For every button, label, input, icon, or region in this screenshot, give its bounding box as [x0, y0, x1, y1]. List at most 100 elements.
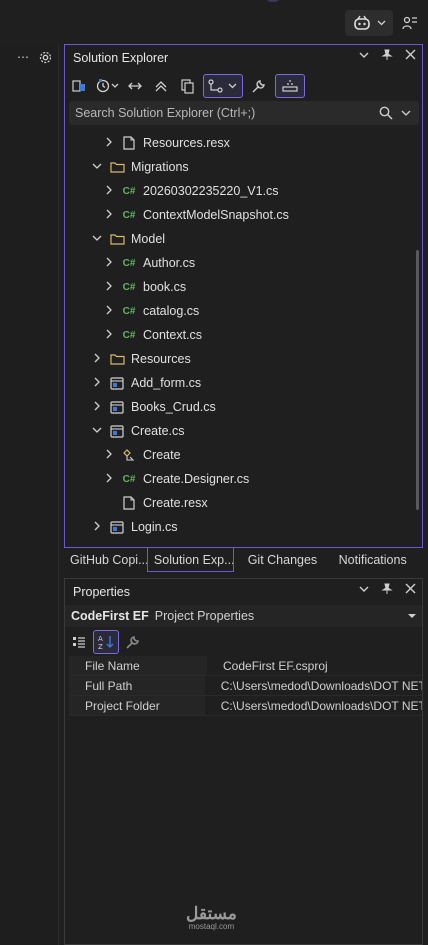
close-icon[interactable]	[405, 583, 416, 594]
tab-solution-explorer[interactable]: Solution Exp...	[146, 548, 234, 572]
tree-item-label: Context.cs	[143, 328, 203, 342]
tree-item[interactable]: Create.cs	[65, 419, 405, 443]
chevron-down-icon[interactable]	[359, 583, 369, 595]
search-box[interactable]: Search Solution Explorer (Ctrl+;)	[69, 101, 419, 125]
chevron-right-icon[interactable]	[91, 521, 103, 534]
watermark-url: mostaql.com	[188, 922, 235, 931]
categorized-icon[interactable]	[69, 631, 89, 653]
chevron-down-icon[interactable]	[91, 233, 103, 245]
tab-github-copilot[interactable]: GitHub Copi...	[64, 548, 147, 572]
form-icon	[109, 375, 125, 391]
chevron-right-icon[interactable]	[103, 185, 115, 198]
chevron-down-icon[interactable]	[408, 613, 416, 619]
chevron-right-icon[interactable]	[91, 401, 103, 414]
gear-icon[interactable]	[39, 51, 52, 64]
tree-item[interactable]: C# 20260302235220_V1.cs	[65, 179, 405, 203]
property-value[interactable]: C:\Users\medod\Downloads\DOT NET	[205, 699, 422, 713]
folder-icon	[109, 159, 125, 175]
share-icon	[402, 16, 417, 30]
switch-views-icon[interactable]	[69, 75, 89, 97]
svg-text:Z: Z	[98, 643, 103, 650]
tree-item[interactable]: C# Author.cs	[65, 251, 405, 275]
pin-icon[interactable]	[381, 583, 393, 595]
tree-item[interactable]: C# Context.cs	[65, 323, 405, 347]
chevron-down-icon[interactable]	[91, 425, 103, 437]
properties-wrench-icon[interactable]	[249, 75, 269, 97]
chevron-right-icon[interactable]	[103, 209, 115, 222]
form-icon	[109, 423, 125, 439]
tree-item-label: catalog.cs	[143, 304, 200, 318]
tab-git-changes[interactable]: Git Changes	[234, 548, 325, 572]
csharp-icon: C#	[122, 209, 136, 221]
tree-item[interactable]: Books_Crud.cs	[65, 395, 405, 419]
tree-item[interactable]: Create.resx	[65, 491, 405, 515]
chevron-right-icon[interactable]	[103, 305, 115, 318]
property-value[interactable]: C:\Users\medod\Downloads\DOT NET	[205, 679, 422, 693]
folder-icon	[109, 231, 125, 247]
collapse-all-icon[interactable]	[151, 75, 171, 97]
chevron-right-icon[interactable]	[103, 137, 115, 150]
tree-item-label: Model	[131, 232, 166, 246]
tree-item[interactable]: Model	[65, 227, 405, 251]
tree-item-label: Create.resx	[143, 496, 208, 510]
property-row[interactable]: File Name CodeFirst EF.csproj	[69, 656, 422, 676]
tree-item[interactable]: Resources	[65, 347, 405, 371]
tree-item[interactable]: C# Create.Designer.cs	[65, 467, 405, 491]
tree-item-label: Resources.resx	[143, 136, 230, 150]
preview-selected-items-button[interactable]	[275, 74, 305, 98]
panel-title: Properties	[73, 585, 130, 599]
tree-item-label: Author.cs	[143, 256, 196, 270]
close-icon[interactable]	[405, 49, 416, 60]
editor-area	[0, 44, 59, 945]
copilot-button[interactable]	[345, 10, 393, 36]
chevron-right-icon[interactable]	[103, 329, 115, 342]
property-row[interactable]: Project Folder C:\Users\medod\Downloads\…	[69, 696, 422, 716]
tree-item-label: Migrations	[131, 160, 189, 174]
search-input[interactable]: Search Solution Explorer (Ctrl+;)	[69, 106, 379, 120]
tree-item-label: Add_form.cs	[131, 376, 202, 390]
chevron-right-icon[interactable]	[103, 449, 115, 462]
sync-with-document-icon[interactable]	[125, 75, 145, 97]
tree-item[interactable]: Create	[65, 443, 405, 467]
watermark-logo: مستقل mostaql.com	[186, 904, 237, 931]
tree-item[interactable]: C# book.cs	[65, 275, 405, 299]
property-row[interactable]: Full Path C:\Users\medod\Downloads\DOT N…	[69, 676, 422, 696]
class-icon	[121, 447, 137, 463]
alphabetical-icon[interactable]: AZ	[93, 630, 119, 654]
share-button[interactable]	[398, 10, 422, 36]
tab-notifications[interactable]: Notifications	[325, 548, 423, 572]
pending-changes-filter-icon[interactable]	[95, 75, 119, 97]
property-value[interactable]: CodeFirst EF.csproj	[207, 659, 328, 673]
chevron-right-icon[interactable]	[91, 353, 103, 366]
chevron-right-icon[interactable]	[103, 257, 115, 270]
tree-item[interactable]: Migrations	[65, 155, 405, 179]
form-icon	[109, 519, 125, 535]
properties-panel: Properties CodeFirst EF Project Properti…	[64, 578, 423, 945]
pin-icon[interactable]	[381, 49, 393, 61]
file-icon	[121, 135, 137, 151]
csharp-icon: C#	[122, 305, 136, 317]
filter-button[interactable]	[203, 74, 243, 98]
property-pages-wrench-icon[interactable]	[123, 631, 143, 653]
chevron-down-icon[interactable]	[359, 49, 369, 61]
chevron-down-icon[interactable]	[91, 161, 103, 173]
show-all-files-icon[interactable]	[177, 75, 197, 97]
search-icon[interactable]	[379, 106, 393, 120]
tree-item[interactable]: C# catalog.cs	[65, 299, 405, 323]
chevron-down-icon[interactable]	[401, 109, 411, 117]
copilot-icon	[353, 15, 370, 30]
tree-item[interactable]: Resources.resx	[65, 131, 405, 155]
svg-text:A: A	[98, 635, 103, 643]
chevron-right-icon[interactable]	[91, 377, 103, 390]
chevron-right-icon[interactable]	[103, 281, 115, 294]
tree-item[interactable]: Login.cs	[65, 515, 405, 539]
more-icon[interactable]: ⋯	[17, 50, 29, 64]
tree-item-label: Resources	[131, 352, 191, 366]
chevron-right-icon[interactable]	[103, 473, 115, 486]
tree-item[interactable]: C# ContextModelSnapshot.cs	[65, 203, 405, 227]
csharp-icon: C#	[122, 257, 136, 269]
object-selector[interactable]: CodeFirst EF Project Properties	[65, 605, 422, 627]
tree-item[interactable]: Add_form.cs	[65, 371, 405, 395]
folder-icon	[109, 351, 125, 367]
tree-scrollbar[interactable]	[416, 250, 419, 510]
